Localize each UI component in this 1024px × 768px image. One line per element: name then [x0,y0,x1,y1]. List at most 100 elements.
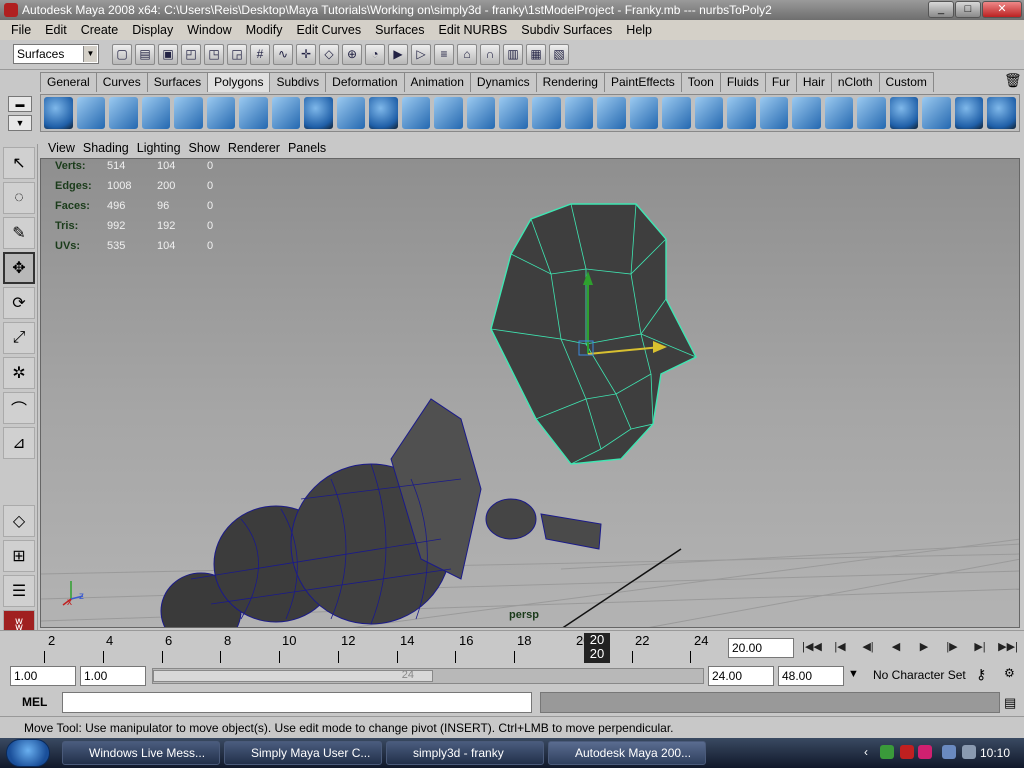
tray-network-icon[interactable] [942,745,956,759]
ipr-render-icon[interactable]: ▷ [411,44,431,65]
show-hide-attribute-editor-icon[interactable]: ▦ [526,44,546,65]
tab-painteffects[interactable]: PaintEffects [603,72,682,92]
render-icon[interactable]: ▶ [388,44,408,65]
snap-grid-icon[interactable]: # [250,44,270,65]
script-editor-icon[interactable]: ▤ [1004,695,1016,711]
panel-menu-show[interactable]: Show [185,141,224,155]
perspective-viewport[interactable]: z x Verts: 514 104 0 Edges: 1008 200 0 Faces: 4… [40,158,1020,628]
new-scene-icon[interactable]: ▢ [112,44,132,65]
playback-start-field[interactable]: 1.00 [80,666,146,686]
tab-curves[interactable]: Curves [95,72,148,92]
tab-subdivs[interactable]: Subdivs [269,72,327,92]
show-manipulator-icon[interactable]: ⊿ [3,427,35,459]
poly-torus-icon[interactable] [206,97,236,129]
outliner-layout-icon[interactable]: ☰ [3,575,35,607]
sculpt-geometry-icon[interactable] [889,97,919,129]
poly-cube-icon[interactable] [76,97,106,129]
open-scene-icon[interactable]: ▤ [135,44,155,65]
menu-help[interactable]: Help [619,23,659,37]
tray-m-icon[interactable] [918,745,932,759]
soft-modification-tool-icon[interactable]: ⌒ [3,392,35,424]
menu-modify[interactable]: Modify [239,23,290,37]
tab-dynamics[interactable]: Dynamics [469,72,537,92]
menu-subdiv-surfaces[interactable]: Subdiv Surfaces [514,23,619,37]
poly-prism-icon[interactable] [239,97,268,129]
show-hide-tool-settings-icon[interactable]: ▧ [549,44,569,65]
shelf-tabs-toggle-icon[interactable]: ▬ [8,96,32,112]
select-hierarchy-icon[interactable]: ◰ [181,44,201,65]
range-slider-handle[interactable]: 24 [153,669,433,682]
lasso-tool-icon[interactable]: ◌ [3,182,35,214]
snap-view-plane-icon[interactable]: ◇ [319,44,339,65]
taskbar-item-browser[interactable]: Simply Maya User C... [224,741,382,765]
trash-icon[interactable]: 🗑 [1004,72,1022,90]
extract-icon[interactable] [401,97,431,129]
checker-sphere-icon[interactable] [987,97,1016,129]
character-set-chevron-icon[interactable]: ▼ [848,668,859,680]
tab-polygons[interactable]: Polygons [207,72,271,92]
checker-map-icon[interactable] [954,97,984,129]
current-frame-marker[interactable]: 20 20 [584,633,610,663]
offset-edge-loop-icon[interactable] [727,97,756,129]
tray-error-icon[interactable] [900,745,914,759]
select-tool-icon[interactable]: ↖ [3,147,35,179]
magnet-icon[interactable]: ∩ [480,44,500,65]
boolean-difference-icon[interactable] [499,97,528,129]
panel-menu-shading[interactable]: Shading [79,141,133,155]
scale-tool-icon[interactable]: ⤢ [3,322,35,354]
snap-curve-icon[interactable]: ∿ [273,44,293,65]
boolean-union-icon[interactable] [466,97,496,129]
tray-chevron-icon[interactable]: ‹ [864,745,868,759]
move-tool-icon[interactable]: ✥ [3,252,35,284]
tab-hair[interactable]: Hair [795,72,832,92]
tab-deformation[interactable]: Deformation [325,72,405,92]
tab-general[interactable]: General [40,72,97,92]
taskbar-item-messenger[interactable]: Windows Live Mess... [62,741,220,765]
start-button[interactable] [6,739,50,767]
create-polygon-icon[interactable] [629,97,659,129]
panel-menu-view[interactable]: View [44,141,79,155]
menu-surfaces[interactable]: Surfaces [368,23,431,37]
planar-mapping-icon[interactable] [759,97,789,129]
save-scene-icon[interactable]: ▣ [158,44,178,65]
separate-icon[interactable] [369,97,398,129]
tray-antivirus-icon[interactable] [880,745,894,759]
panel-menu-renderer[interactable]: Renderer [224,141,284,155]
shelf-menu-icon[interactable]: ▼ [8,115,32,131]
range-slider[interactable]: 24 [152,668,704,684]
animation-start-field[interactable]: 1.00 [10,666,76,686]
mel-label[interactable]: MEL [22,695,47,709]
poly-pipe-icon[interactable] [271,97,301,129]
menu-edit-curves[interactable]: Edit Curves [290,23,369,37]
rotate-tool-icon[interactable]: ⟳ [3,287,35,319]
playback-end-field[interactable]: 24.00 [708,666,774,686]
poly-sphere-icon[interactable] [44,97,73,129]
make-live-icon[interactable]: ⊕ [342,44,362,65]
select-component-icon[interactable]: ◲ [227,44,247,65]
step-back-key-icon[interactable]: ◀| [856,638,880,656]
uv-texture-editor-icon[interactable] [922,97,951,129]
append-polygon-icon[interactable] [597,97,626,129]
render-settings-icon[interactable]: ≡ [434,44,454,65]
menu-edit[interactable]: Edit [38,23,74,37]
tab-ncloth[interactable]: nCloth [830,72,880,92]
select-object-icon[interactable]: ◳ [204,44,224,65]
menu-file[interactable]: File [4,23,38,37]
taskbar-item-maya[interactable]: Autodesk Maya 200... [548,741,706,765]
close-button[interactable]: ✕ [982,1,1022,18]
tab-rendering[interactable]: Rendering [535,72,605,92]
step-back-frame-icon[interactable]: |◀ [828,638,852,656]
tray-volume-icon[interactable] [962,745,976,759]
combine-icon[interactable] [336,97,366,129]
minimize-button[interactable]: _ [928,1,954,18]
go-to-end-icon[interactable]: ▶▶| [996,638,1020,656]
tab-custom[interactable]: Custom [878,72,934,92]
panel-menu-panels[interactable]: Panels [284,141,330,155]
animation-end-field[interactable]: 48.00 [778,666,844,686]
poly-helix-icon[interactable] [304,97,333,129]
play-backwards-icon[interactable]: ◀ [884,638,908,656]
poly-plane-icon[interactable] [174,97,203,129]
current-time-field[interactable]: 20.00 [728,638,794,658]
menu-display[interactable]: Display [125,23,180,37]
smooth-icon[interactable] [434,97,463,129]
